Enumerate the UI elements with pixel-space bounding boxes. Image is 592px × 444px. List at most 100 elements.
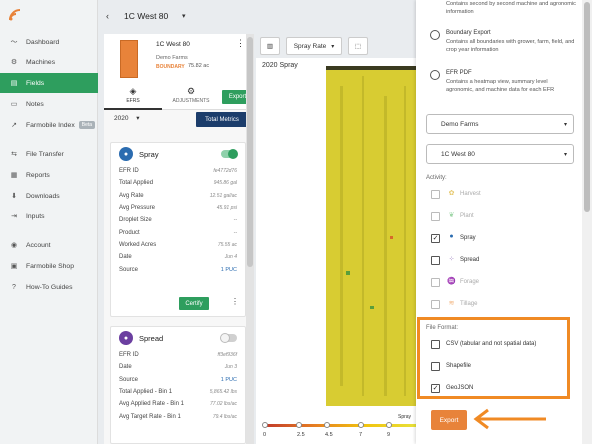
nav-item-dashboard[interactable]: 〜 Dashboard — [0, 32, 98, 52]
tab-efrs[interactable]: ◈ EFRS — [104, 86, 162, 110]
kebab-menu-icon[interactable]: ⋮ — [231, 297, 239, 306]
scrollbar-thumb[interactable] — [247, 37, 253, 267]
metric-row: Avg Rate 12.51 gal/ac — [111, 190, 245, 202]
activity-checkbox-harvest[interactable] — [431, 190, 440, 199]
tab-adjustments[interactable]: ⚙ ADJUSTMENTS — [162, 86, 220, 110]
export-option-desc: Contains a heatmap view, summary level a… — [446, 79, 555, 93]
activity-checkbox-forage[interactable] — [431, 278, 440, 287]
tractor-icon: ⚙ — [10, 59, 18, 66]
cart-icon: ▣ — [10, 263, 18, 270]
nav-item-machines[interactable]: ⚙ Machines — [0, 52, 98, 72]
map-view[interactable]: 2020 Spray — [256, 58, 416, 410]
activity-checkbox-tillage[interactable] — [431, 300, 440, 309]
spread-efr-card: ● Spread EFR ID ff3ef936f Date Jun 3 Source 1… — [110, 326, 246, 444]
field-title[interactable]: 1C West 80 — [124, 11, 168, 21]
toggle-knob — [220, 333, 230, 343]
metric-label: Total Applied — [119, 180, 154, 187]
field-acres: 75.82 ac — [188, 63, 210, 69]
activity-checkbox-plant[interactable] — [431, 212, 440, 221]
chevron-down-icon: ▾ — [563, 122, 567, 128]
certify-button[interactable]: Certify — [179, 297, 209, 310]
nav-item-label: How-To Guides — [26, 283, 73, 291]
export-panel-scrollbar[interactable] — [582, 0, 592, 444]
legend-value: 4.5 — [325, 432, 333, 438]
nav-item-label: Notes — [26, 100, 44, 108]
inputs-icon: ⇥ — [11, 213, 17, 220]
legend-tag: Spray — [398, 414, 412, 420]
nav-item-fields[interactable]: ▤ Fields — [0, 73, 98, 93]
map-icon: ▤ — [10, 80, 18, 87]
nav-item-inputs[interactable]: ⇥ Inputs — [0, 206, 98, 226]
activity-label: Forage — [460, 279, 480, 285]
heatmap-stripe — [362, 76, 364, 396]
metric-value: Jun 3 — [224, 364, 237, 371]
nav-item-farmobile-index[interactable]: ↗ Farmobile Index Beta — [0, 115, 98, 135]
nav-item-file-transfer[interactable]: ⇆ File Transfer — [0, 144, 98, 164]
activity-checkbox-spread[interactable] — [431, 256, 440, 265]
nav-item-downloads[interactable]: ⬇ Downloads — [0, 186, 98, 206]
nav-item-how-to-guides[interactable]: ? How-To Guides — [0, 277, 98, 297]
spread-toggle[interactable] — [220, 333, 237, 343]
metric-label: Avg Rate — [119, 192, 144, 199]
gear-icon: ⚙ — [186, 86, 196, 96]
map-toolbar: ▥ Spray Rate ▾ ⬚ — [256, 34, 416, 58]
scrollbar-thumb[interactable] — [584, 2, 590, 212]
export-option-title: Boundary Export — [446, 30, 491, 36]
chevron-down-icon[interactable]: ▾ — [182, 12, 186, 20]
nav-item-reports[interactable]: ▦ Reports — [0, 165, 98, 185]
metric-value[interactable]: 1 PUC — [221, 377, 237, 383]
draw-select-icon[interactable]: ⬚ — [348, 37, 368, 55]
metric-value[interactable]: 1 PUC — [221, 267, 237, 273]
metric-label: Worked Acres — [119, 241, 157, 248]
split-view-icon[interactable]: ▥ — [260, 37, 280, 55]
farmobile-logo-icon[interactable] — [8, 6, 22, 22]
metric-row: Avg Applied Rate - Bin 1 77.02 lbs/ac — [111, 398, 245, 410]
metric-row: Date Jun 4 — [111, 251, 245, 263]
reports-icon: ▦ — [10, 172, 18, 179]
year-select[interactable]: 2020 ▾ — [114, 114, 140, 122]
transfer-icon: ⇆ — [11, 151, 17, 158]
tab-label: ADJUSTMENTS — [172, 98, 210, 104]
legend-stop — [296, 422, 302, 428]
map-legend: Spray 0 2.5 4.5 7 9 — [256, 410, 416, 444]
plant-icon: ❦ — [448, 212, 455, 219]
back-arrow-icon[interactable]: ‹ — [106, 11, 109, 21]
metric-row: Total Applied 945.86 gal — [111, 177, 245, 189]
field-panel-scrollbar[interactable] — [246, 34, 254, 444]
heatmap-stripe — [404, 86, 406, 396]
farm-select[interactable]: Demo Farms ▾ — [426, 114, 574, 134]
card-title: Spray — [139, 149, 159, 159]
metric-row: Total Applied - Bin 1 5,865.42 lbs — [111, 386, 245, 398]
kebab-menu-icon[interactable]: ⋮ — [236, 38, 245, 49]
heatmap-stripe — [340, 86, 343, 386]
left-nav: 〜 Dashboard ⚙ Machines ▤ Fields ▭ Notes ↗ Farmobi… — [0, 0, 98, 444]
spread-icon: ⁘ — [448, 256, 455, 263]
legend-value: 7 — [359, 432, 363, 438]
spray-toggle[interactable] — [221, 149, 238, 159]
export-option-radio[interactable] — [430, 70, 440, 80]
metric-row: EFR ID ff3ef936f — [111, 349, 245, 361]
top-bar: ‹ 1C West 80 ▾ — [98, 0, 416, 34]
layer-select[interactable]: Spray Rate ▾ — [286, 37, 342, 55]
download-icon: ⬇ — [11, 193, 17, 200]
metric-label: Avg Applied Rate - Bin 1 — [119, 401, 184, 408]
field-name: 1C West 80 — [156, 41, 190, 48]
chevron-down-icon: ▾ — [331, 43, 335, 50]
export-option-desc: Contains all boundaries with grower, far… — [446, 39, 575, 53]
chevron-down-icon: ▾ — [136, 115, 140, 122]
activity-checkbox-spray[interactable]: ✓ — [431, 234, 440, 243]
metric-value: 5,865.42 lbs — [209, 389, 237, 396]
boundary-badge: BOUNDARY — [156, 64, 185, 70]
nav-item-farmobile-shop[interactable]: ▣ Farmobile Shop — [0, 256, 98, 276]
total-metrics-button[interactable]: Total Metrics — [196, 112, 248, 127]
forage-icon: ♒ — [447, 278, 456, 285]
nav-item-account[interactable]: ◉ Account — [0, 235, 98, 255]
export-option-radio[interactable] — [430, 30, 440, 40]
card-title: Spread — [139, 333, 164, 343]
export-button[interactable]: Export — [431, 410, 467, 430]
field-select[interactable]: 1C West 80 ▾ — [426, 144, 574, 164]
activity-label: Plant — [460, 213, 474, 219]
nav-item-notes[interactable]: ▭ Notes — [0, 94, 98, 114]
account-icon: ◉ — [10, 242, 18, 249]
map-layer-label: 2020 Spray — [262, 62, 298, 69]
